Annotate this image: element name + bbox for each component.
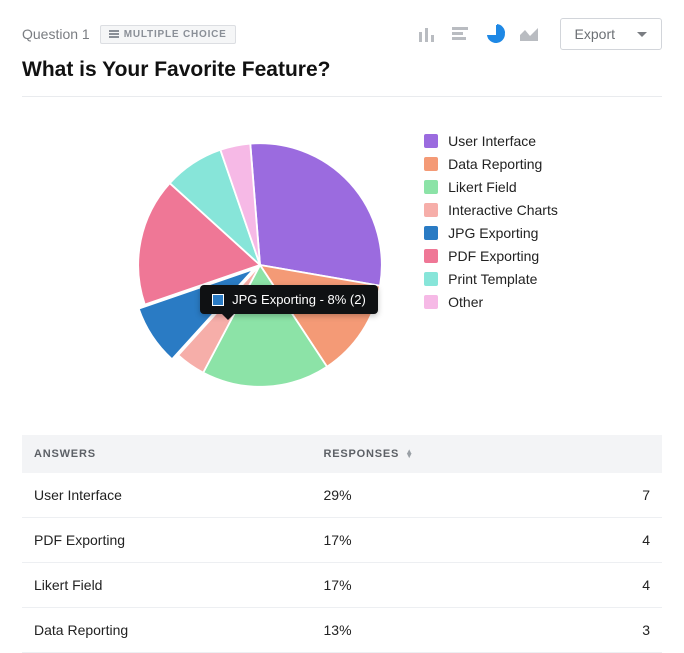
legend-label: PDF Exporting [448,248,539,264]
table-row: Data Reporting13%3 [22,608,662,653]
chevron-down-icon [637,32,647,37]
table-row: User Interface29%7 [22,473,662,518]
legend-label: Print Template [448,271,537,287]
legend-label: Likert Field [448,179,516,195]
legend-swatch [424,295,438,309]
export-label: Export [575,26,615,42]
cell-pct: 17% [324,532,509,548]
bar-chart-icon[interactable] [412,21,442,47]
legend-item[interactable]: Data Reporting [424,156,558,172]
page-title: What is Your Favorite Feature? [22,58,662,82]
col-responses-label: RESPONSES [324,448,400,460]
legend-item[interactable]: Print Template [424,271,558,287]
legend-label: JPG Exporting [448,225,538,241]
legend-swatch [424,180,438,194]
cell-answer: PDF Exporting [34,532,324,548]
legend-swatch [424,134,438,148]
cell-pct: 29% [324,487,509,503]
legend-label: Other [448,294,483,310]
legend-item[interactable]: PDF Exporting [424,248,558,264]
results-table: ANSWERS RESPONSES ▲▼ User Interface29%7P… [22,435,662,653]
cell-count: 3 [508,622,650,638]
sort-icon: ▲▼ [405,450,414,458]
chart-tooltip: JPG Exporting - 8% (2) [200,285,378,314]
pie-chart[interactable]: JPG Exporting - 8% (2) [126,131,394,399]
col-responses[interactable]: RESPONSES ▲▼ [324,448,509,460]
legend-swatch [424,249,438,263]
legend-item[interactable]: Interactive Charts [424,202,558,218]
chart-legend: User Interface Data Reporting Likert Field… [424,131,558,310]
legend-item[interactable]: JPG Exporting [424,225,558,241]
export-button[interactable]: Export [560,18,662,50]
tooltip-text: JPG Exporting - 8% (2) [232,292,366,307]
pie-chart-icon[interactable] [480,21,510,47]
legend-label: Interactive Charts [448,202,558,218]
cell-answer: Data Reporting [34,622,324,638]
legend-swatch [424,272,438,286]
legend-item[interactable]: Likert Field [424,179,558,195]
legend-label: User Interface [448,133,536,149]
hbar-chart-icon[interactable] [446,21,476,47]
table-row: Likert Field17%4 [22,563,662,608]
cell-count: 4 [508,577,650,593]
cell-pct: 13% [324,622,509,638]
tooltip-swatch [212,294,224,306]
question-type-badge: MULTIPLE CHOICE [100,25,236,44]
cell-answer: Likert Field [34,577,324,593]
table-row: PDF Exporting17%4 [22,518,662,563]
divider [22,96,662,97]
list-icon [109,30,119,38]
legend-swatch [424,157,438,171]
chart-controls: Export [412,18,662,50]
col-answers[interactable]: ANSWERS [34,448,324,460]
cell-count: 4 [508,532,650,548]
legend-item[interactable]: User Interface [424,133,558,149]
cell-answer: User Interface [34,487,324,503]
question-number: Question 1 [22,26,90,42]
legend-swatch [424,203,438,217]
legend-label: Data Reporting [448,156,542,172]
area-chart-icon[interactable] [514,21,544,47]
cell-count: 7 [508,487,650,503]
cell-pct: 17% [324,577,509,593]
legend-swatch [424,226,438,240]
legend-item[interactable]: Other [424,294,558,310]
table-header: ANSWERS RESPONSES ▲▼ [22,435,662,473]
question-type-label: MULTIPLE CHOICE [124,29,227,40]
